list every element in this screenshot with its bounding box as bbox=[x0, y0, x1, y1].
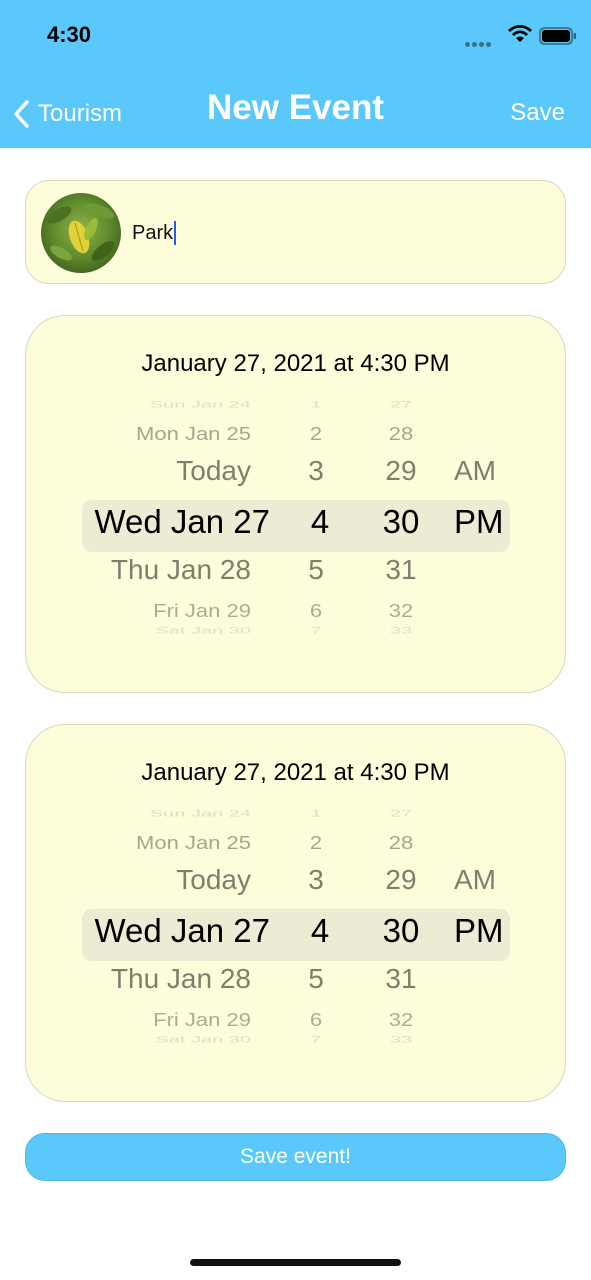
picker-hour: 3 bbox=[308, 864, 324, 895]
wifi-icon bbox=[508, 25, 532, 42]
picker-ampm: PM bbox=[454, 912, 504, 949]
picker-minute: 27 bbox=[389, 400, 413, 410]
page-title: New Event bbox=[207, 88, 384, 127]
picker-minute: 30 bbox=[382, 912, 420, 949]
picker-minute: 30 bbox=[382, 503, 420, 540]
event-photo[interactable] bbox=[41, 193, 121, 273]
picker-hour: 4 bbox=[310, 503, 330, 540]
picker-minute: 29 bbox=[385, 455, 417, 486]
picker-day: Today bbox=[176, 864, 251, 895]
picker-day: Thu Jan 28 bbox=[110, 554, 251, 585]
picker-hour: 1 bbox=[310, 809, 322, 819]
picker-ampm: PM bbox=[454, 503, 504, 540]
picker-minute: 27 bbox=[389, 809, 413, 819]
picker-row[interactable]: Today 3 29 AM bbox=[26, 864, 565, 904]
picker-day: Sat Jan 30 bbox=[155, 1035, 251, 1045]
leaf-photo-image bbox=[41, 193, 121, 273]
signal-dots-icon bbox=[465, 34, 493, 52]
start-date-picker-card: January 27, 2021 at 4:30 PM Sun Jan 24 1… bbox=[25, 315, 566, 693]
picker-day: Sun Jan 24 bbox=[149, 400, 251, 410]
picker-minute: 28 bbox=[388, 423, 414, 445]
picker-day: Fri Jan 29 bbox=[153, 600, 251, 622]
picker-minute: 33 bbox=[389, 626, 413, 636]
picker-day: Today bbox=[176, 455, 251, 486]
picker-minute: 31 bbox=[385, 554, 417, 585]
picker-row-selected[interactable]: Wed Jan 27 4 30 PM bbox=[26, 912, 565, 952]
picker-hour: 2 bbox=[309, 832, 323, 854]
picker-row[interactable]: Thu Jan 28 5 31 bbox=[26, 554, 565, 594]
picker-day: Mon Jan 25 bbox=[136, 423, 251, 445]
picker-hour: 7 bbox=[310, 626, 322, 636]
navigation-bar: 4:30 Tourism New Event Save bbox=[0, 0, 591, 148]
end-date-wheel[interactable]: Sun Jan 24 1 27 Mon Jan 25 2 28 Today 3 … bbox=[26, 809, 565, 1059]
save-button[interactable]: Save bbox=[510, 99, 565, 127]
picker-day: Mon Jan 25 bbox=[136, 832, 251, 854]
picker-minute: 29 bbox=[385, 864, 417, 895]
picker-row[interactable]: Mon Jan 25 2 28 bbox=[26, 832, 565, 866]
picker-row[interactable]: Sat Jan 30 7 33 bbox=[26, 626, 565, 644]
picker-row[interactable]: Mon Jan 25 2 28 bbox=[26, 423, 565, 457]
picker-ampm: AM bbox=[454, 455, 496, 486]
picker-day: Thu Jan 28 bbox=[110, 963, 251, 994]
picker-day: Wed Jan 27 bbox=[94, 912, 270, 949]
picker-day: Fri Jan 29 bbox=[153, 1009, 251, 1031]
start-date-label: January 27, 2021 at 4:30 PM bbox=[141, 350, 450, 377]
picker-hour: 5 bbox=[308, 554, 324, 585]
new-event-screen: 4:30 Tourism New Event Save Park January… bbox=[0, 0, 591, 1280]
picker-minute: 32 bbox=[388, 1009, 414, 1031]
event-name-value: Park bbox=[132, 222, 174, 244]
picker-day: Sat Jan 30 bbox=[155, 626, 251, 636]
picker-hour: 1 bbox=[310, 400, 322, 410]
picker-row[interactable]: Sun Jan 24 1 27 bbox=[26, 400, 565, 418]
picker-row[interactable]: Sun Jan 24 1 27 bbox=[26, 809, 565, 827]
picker-hour: 6 bbox=[309, 1009, 323, 1031]
picker-hour: 4 bbox=[310, 912, 330, 949]
end-date-label: January 27, 2021 at 4:30 PM bbox=[141, 759, 450, 786]
picker-hour: 7 bbox=[310, 1035, 322, 1045]
picker-minute: 32 bbox=[388, 600, 414, 622]
text-cursor bbox=[174, 221, 177, 245]
event-name-card: Park bbox=[25, 180, 566, 284]
picker-day: Wed Jan 27 bbox=[94, 503, 270, 540]
picker-hour: 2 bbox=[309, 423, 323, 445]
picker-hour: 5 bbox=[308, 963, 324, 994]
picker-row[interactable]: Sat Jan 30 7 33 bbox=[26, 1035, 565, 1053]
picker-minute: 28 bbox=[388, 832, 414, 854]
event-name-input[interactable]: Park bbox=[132, 217, 532, 249]
picker-hour: 6 bbox=[309, 600, 323, 622]
picker-minute: 33 bbox=[389, 1035, 413, 1045]
save-event-button[interactable]: Save event! bbox=[25, 1133, 566, 1181]
status-time: 4:30 bbox=[47, 22, 92, 47]
picker-row-selected[interactable]: Wed Jan 27 4 30 PM bbox=[26, 503, 565, 543]
start-date-wheel[interactable]: Sun Jan 24 1 27 Mon Jan 25 2 28 Today 3 … bbox=[26, 400, 565, 650]
picker-hour: 3 bbox=[308, 455, 324, 486]
picker-ampm: AM bbox=[454, 864, 496, 895]
picker-minute: 31 bbox=[385, 963, 417, 994]
battery-icon bbox=[539, 27, 576, 45]
picker-row[interactable]: Thu Jan 28 5 31 bbox=[26, 963, 565, 1003]
picker-day: Sun Jan 24 bbox=[149, 809, 251, 819]
home-indicator[interactable] bbox=[190, 1259, 401, 1266]
end-date-picker-card: January 27, 2021 at 4:30 PM Sun Jan 24 1… bbox=[25, 724, 566, 1102]
picker-row[interactable]: Today 3 29 AM bbox=[26, 455, 565, 495]
